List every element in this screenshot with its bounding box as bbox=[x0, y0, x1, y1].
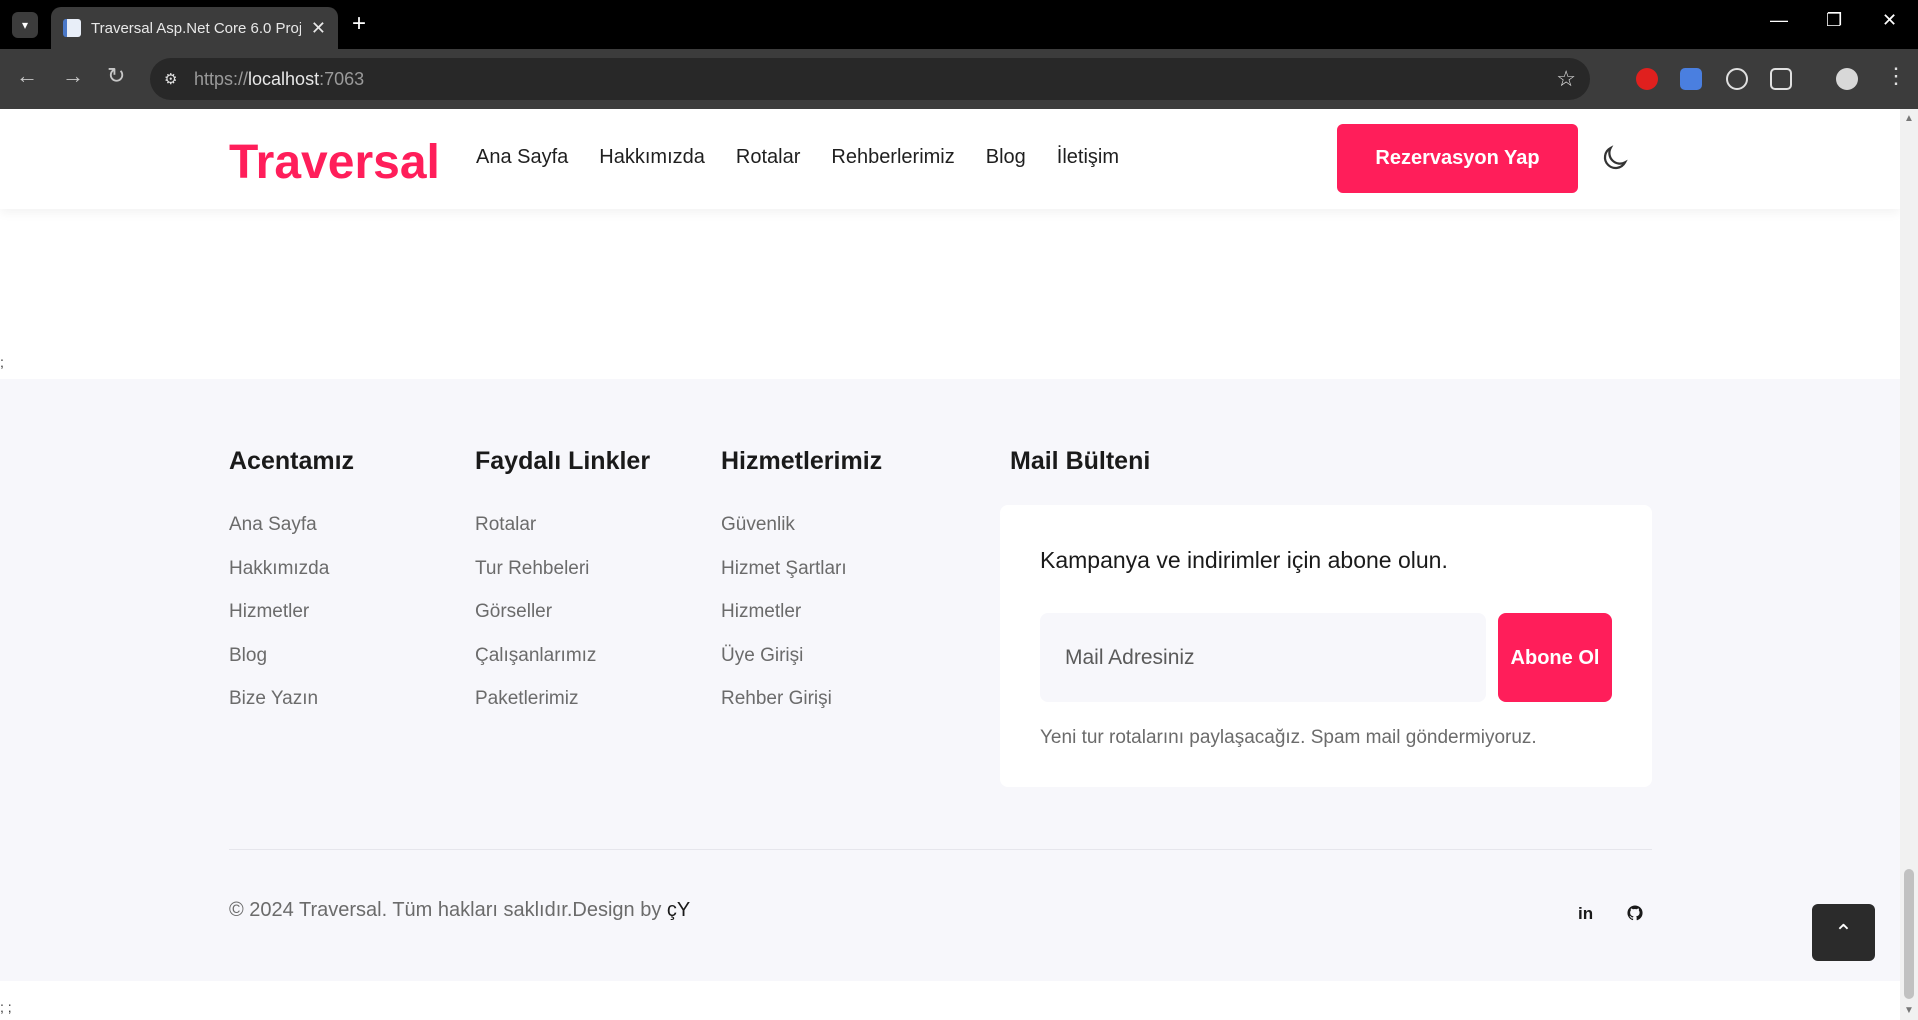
dark-mode-moon-icon[interactable] bbox=[1600, 143, 1630, 173]
nav-link-guides[interactable]: Rehberlerimiz bbox=[831, 146, 954, 169]
footer-link[interactable]: Hizmet Şartları bbox=[721, 558, 882, 602]
extensions-puzzle-icon[interactable] bbox=[1770, 68, 1792, 90]
newsletter-text: Kampanya ve indirimler için abone olun. bbox=[1040, 547, 1448, 573]
site-info-icon[interactable]: ⚙ bbox=[164, 70, 194, 88]
footer-link[interactable]: Hizmetler bbox=[721, 601, 882, 645]
scrollbar-thumb[interactable] bbox=[1904, 869, 1914, 999]
forward-icon[interactable]: → bbox=[62, 63, 84, 89]
new-tab-button[interactable]: + bbox=[352, 10, 366, 38]
footer-link[interactable]: Blog bbox=[229, 645, 354, 689]
footer-link[interactable]: Hakkımızda bbox=[229, 558, 354, 602]
profile-avatar[interactable] bbox=[1836, 68, 1858, 90]
designer-link[interactable]: çY bbox=[667, 899, 690, 921]
footer-link[interactable]: Görseller bbox=[475, 601, 650, 645]
newsletter-box: Kampanya ve indirimler için abone olun. … bbox=[1000, 505, 1652, 787]
tab-search-button[interactable]: ▾ bbox=[12, 12, 38, 38]
close-window-icon[interactable]: ✕ bbox=[1882, 10, 1897, 31]
copyright-text: © 2024 Traversal. Tüm hakları saklıdır.D… bbox=[229, 899, 690, 922]
site-footer: Acentamız Ana Sayfa Hakkımızda Hizmetler… bbox=[0, 379, 1900, 981]
footer-link[interactable]: Tur Rehbeleri bbox=[475, 558, 650, 602]
github-icon[interactable] bbox=[1626, 904, 1644, 922]
page-viewport: Traversal Ana Sayfa Hakkımızda Rotalar R… bbox=[0, 109, 1900, 1020]
newsletter-note: Yeni tur rotalarını paylaşacağız. Spam m… bbox=[1040, 727, 1537, 748]
stray-text: ; ; bbox=[0, 999, 12, 1015]
tab-close-icon[interactable]: ✕ bbox=[311, 18, 326, 39]
footer-column-title: Acentamız bbox=[229, 447, 355, 475]
nav-link-routes[interactable]: Rotalar bbox=[736, 146, 800, 169]
address-bar[interactable]: ⚙ https:// localhost :7063 ☆ bbox=[150, 58, 1590, 100]
footer-link[interactable]: Üye Girişi bbox=[721, 645, 882, 689]
nav-link-about[interactable]: Hakkımızda bbox=[599, 146, 705, 169]
site-logo[interactable]: Traversal bbox=[229, 135, 440, 190]
browser-toolbar: ← → ↻ ⚙ https:// localhost :7063 ☆ ⋮ bbox=[0, 49, 1918, 109]
linkedin-icon[interactable]: in bbox=[1578, 904, 1593, 924]
footer-link[interactable]: Hizmetler bbox=[229, 601, 354, 645]
scroll-down-icon[interactable]: ▼ bbox=[1904, 1005, 1914, 1016]
back-to-top-button[interactable]: ⌃ bbox=[1812, 904, 1875, 961]
footer-link[interactable]: Paketlerimiz bbox=[475, 688, 650, 732]
url-scheme: https:// bbox=[194, 68, 249, 89]
footer-column-title: Faydalı Linkler bbox=[475, 447, 651, 475]
mail-input[interactable]: Mail Adresiniz bbox=[1040, 613, 1486, 702]
restore-icon[interactable]: ❐ bbox=[1826, 10, 1842, 31]
extension-adblock-icon[interactable] bbox=[1636, 68, 1658, 90]
url-host: localhost bbox=[248, 68, 320, 89]
scroll-up-icon[interactable]: ▲ bbox=[1904, 113, 1914, 124]
chevron-up-icon: ⌃ bbox=[1834, 919, 1853, 945]
browser-menu-icon[interactable]: ⋮ bbox=[1885, 63, 1907, 89]
page-favicon-icon bbox=[63, 19, 81, 37]
back-icon[interactable]: ← bbox=[16, 63, 38, 89]
copyright-label: © 2024 Traversal. Tüm hakları saklıdır.D… bbox=[229, 899, 662, 921]
newsletter-title: Mail Bülteni bbox=[1010, 447, 1151, 475]
footer-link[interactable]: Bize Yazın bbox=[229, 688, 354, 732]
page-scrollbar[interactable]: ▲ ▼ bbox=[1900, 109, 1918, 1020]
footer-column-newsletter: Mail Bülteni bbox=[1010, 447, 1150, 514]
main-nav: Ana Sayfa Hakkımızda Rotalar Rehberlerim… bbox=[476, 146, 1119, 169]
extension-react-icon[interactable] bbox=[1726, 68, 1748, 90]
minimize-icon[interactable]: — bbox=[1770, 10, 1788, 31]
nav-link-blog[interactable]: Blog bbox=[986, 146, 1026, 169]
footer-column-useful-links: Faydalı Linkler Rotalar Tur Rehbeleri Gö… bbox=[475, 447, 650, 732]
subscribe-button[interactable]: Abone Ol bbox=[1498, 613, 1612, 702]
stray-text: ; bbox=[0, 354, 4, 370]
browser-tab[interactable]: Traversal Asp.Net Core 6.0 Proje ✕ bbox=[51, 7, 338, 49]
browser-tab-bar: ▾ Traversal Asp.Net Core 6.0 Proje ✕ + —… bbox=[0, 0, 1918, 49]
footer-divider bbox=[229, 849, 1652, 850]
site-header: Traversal Ana Sayfa Hakkımızda Rotalar R… bbox=[0, 109, 1900, 209]
url-port: :7063 bbox=[319, 68, 365, 89]
footer-link[interactable]: Çalışanlarımız bbox=[475, 645, 650, 689]
footer-column-title: Hizmetlerimiz bbox=[721, 447, 883, 475]
tab-title: Traversal Asp.Net Core 6.0 Proje bbox=[91, 19, 301, 37]
extension-translate-icon[interactable] bbox=[1680, 68, 1702, 90]
footer-link[interactable]: Güvenlik bbox=[721, 514, 882, 558]
reservation-button[interactable]: Rezervasyon Yap bbox=[1337, 124, 1578, 193]
footer-link[interactable]: Rotalar bbox=[475, 514, 650, 558]
bookmark-star-icon[interactable]: ☆ bbox=[1556, 66, 1576, 92]
footer-column-agency: Acentamız Ana Sayfa Hakkımızda Hizmetler… bbox=[229, 447, 354, 732]
footer-column-services: Hizmetlerimiz Güvenlik Hizmet Şartları H… bbox=[721, 447, 882, 732]
reload-icon[interactable]: ↻ bbox=[107, 63, 125, 89]
nav-link-contact[interactable]: İletişim bbox=[1057, 146, 1119, 169]
footer-link[interactable]: Rehber Girişi bbox=[721, 688, 882, 732]
nav-link-home[interactable]: Ana Sayfa bbox=[476, 146, 568, 169]
footer-link[interactable]: Ana Sayfa bbox=[229, 514, 354, 558]
